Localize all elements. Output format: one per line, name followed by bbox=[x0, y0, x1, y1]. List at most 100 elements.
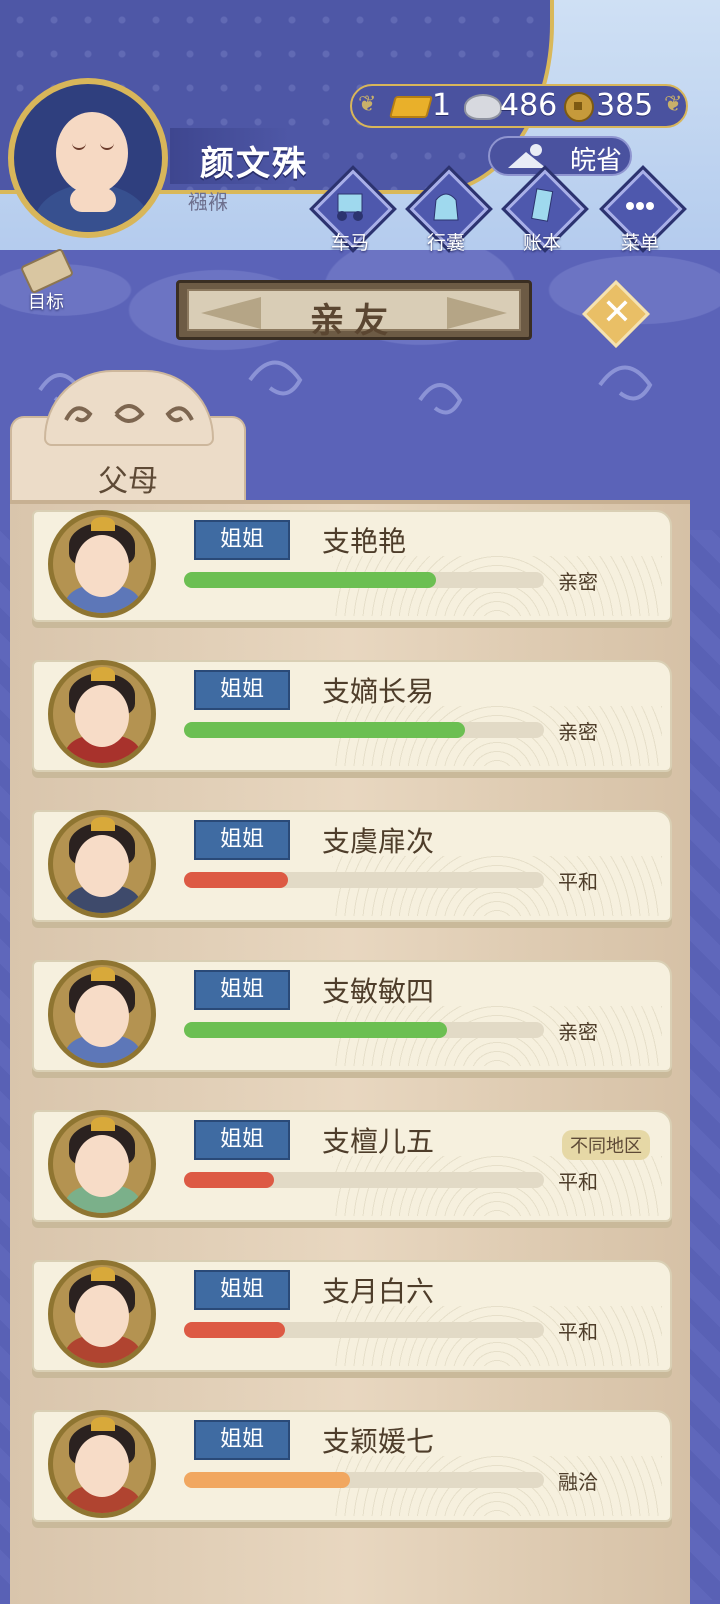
relative-card[interactable]: 姐姐 支艳艳亲密 bbox=[32, 510, 672, 634]
menu-label: 车马 bbox=[330, 232, 369, 254]
relative-name: 支嫡长易 bbox=[322, 675, 435, 708]
relation-badge: 姐姐 bbox=[194, 1120, 290, 1160]
relationship-status: 平和 bbox=[558, 1170, 598, 1194]
hair-ornament-icon bbox=[91, 817, 115, 831]
menu-label: 菜单 bbox=[620, 232, 659, 254]
affinity-fill bbox=[184, 1472, 350, 1488]
gold-ingot-icon bbox=[389, 96, 433, 118]
affinity-bar bbox=[184, 1172, 544, 1188]
portrait-face bbox=[75, 535, 129, 597]
relative-name: 支敏敏四 bbox=[322, 975, 435, 1008]
player-life-stage: 襁褓 bbox=[188, 190, 228, 214]
title-inner: 亲友 bbox=[187, 289, 521, 341]
affinity-fill bbox=[184, 1022, 447, 1038]
relationship-status: 平和 bbox=[558, 870, 598, 894]
ledger-icon bbox=[531, 188, 554, 222]
relative-name: 支檀儿五 bbox=[322, 1125, 435, 1158]
relationship-status: 平和 bbox=[558, 1320, 598, 1344]
relative-name: 支艳艳 bbox=[322, 525, 407, 558]
tab-label: 父母 bbox=[98, 464, 158, 499]
hair-ornament-icon bbox=[91, 1267, 115, 1281]
affinity-bar bbox=[184, 572, 544, 588]
relation-badge: 姐姐 bbox=[194, 520, 290, 560]
player-avatar[interactable] bbox=[8, 78, 168, 238]
affinity-fill bbox=[184, 1322, 285, 1338]
avatar-hands bbox=[70, 188, 116, 212]
portrait-avatar bbox=[48, 510, 156, 618]
relative-card[interactable]: 姐姐 支虞扉次平和 bbox=[32, 810, 672, 934]
page-title: 亲友 bbox=[310, 301, 398, 341]
goal-button[interactable]: 目标 bbox=[16, 247, 80, 314]
location-button[interactable]: 皖省 bbox=[488, 136, 632, 176]
hair-ornament-icon bbox=[91, 1117, 115, 1131]
relationship-status: 融洽 bbox=[558, 1470, 598, 1494]
silver-ingot-icon bbox=[464, 94, 502, 120]
menu-label: 账本 bbox=[522, 232, 561, 254]
relative-card[interactable]: 姐姐 支敏敏四亲密 bbox=[32, 960, 672, 1084]
affinity-fill bbox=[184, 872, 289, 888]
relative-card[interactable]: 姐姐 支颖媛七融洽 bbox=[32, 1410, 672, 1534]
portrait-face bbox=[75, 1285, 129, 1347]
avatar-head bbox=[56, 112, 128, 194]
menu-bag-button[interactable]: 行囊 bbox=[404, 165, 493, 260]
affinity-fill bbox=[184, 1172, 274, 1188]
affinity-fill bbox=[184, 722, 465, 738]
relative-card[interactable]: 姐姐 支嫡长易亲密 bbox=[32, 660, 672, 784]
portrait-face bbox=[75, 985, 129, 1047]
relative-name: 支颖媛七 bbox=[322, 1425, 435, 1458]
hair-ornament-icon bbox=[91, 517, 115, 531]
menu-label: 行囊 bbox=[426, 232, 465, 254]
affinity-bar bbox=[184, 1022, 544, 1038]
silver-count: 486 bbox=[500, 88, 558, 123]
portrait-face bbox=[75, 1135, 129, 1197]
currency-bar: ❦ 1 486 385 ❦ bbox=[350, 84, 688, 128]
relation-badge: 姐姐 bbox=[194, 820, 290, 860]
relative-card[interactable]: 姐姐 支月白六平和 bbox=[32, 1260, 672, 1384]
bag-icon bbox=[433, 193, 459, 221]
portrait-avatar bbox=[48, 1410, 156, 1518]
portrait-avatar bbox=[48, 810, 156, 918]
goal-label: 目标 bbox=[28, 292, 64, 313]
portrait-avatar bbox=[48, 660, 156, 768]
hair-ornament-icon bbox=[91, 667, 115, 681]
relation-badge: 姐姐 bbox=[194, 970, 290, 1010]
relation-badge: 姐姐 bbox=[194, 1420, 290, 1460]
region-tag: 不同地区 bbox=[562, 1130, 650, 1160]
affinity-bar bbox=[184, 872, 544, 888]
portrait-face bbox=[75, 685, 129, 747]
bamboo-leaf-icon: ❦ bbox=[358, 92, 377, 117]
hair-ornament-icon bbox=[91, 967, 115, 981]
menu-carriage-button[interactable]: 车马 bbox=[308, 165, 397, 260]
menu-ledger-button[interactable]: 账本 bbox=[500, 165, 589, 260]
affinity-bar bbox=[184, 722, 544, 738]
affinity-bar bbox=[184, 1322, 544, 1338]
player-name: 颜文殊 bbox=[200, 144, 308, 184]
portrait-avatar bbox=[48, 1110, 156, 1218]
carriage-icon bbox=[337, 193, 363, 221]
gold-count: 1 bbox=[432, 88, 452, 123]
portrait-face bbox=[75, 835, 129, 897]
more-icon bbox=[626, 202, 654, 210]
relationship-status: 亲密 bbox=[558, 1020, 598, 1044]
menu-more-button[interactable]: 菜单 bbox=[598, 165, 687, 260]
portrait-avatar bbox=[48, 960, 156, 1068]
portrait-face bbox=[75, 1435, 129, 1497]
affinity-fill bbox=[184, 572, 436, 588]
relative-name: 支月白六 bbox=[322, 1275, 435, 1308]
relative-name: 支虞扉次 bbox=[322, 825, 435, 858]
hair-ornament-icon bbox=[91, 1417, 115, 1431]
cloud-ornament-icon bbox=[64, 404, 194, 423]
relationship-status: 亲密 bbox=[558, 570, 598, 594]
location-name: 皖省 bbox=[570, 146, 623, 176]
copper-coin-icon bbox=[564, 92, 594, 122]
portrait-avatar bbox=[48, 1260, 156, 1368]
relation-badge: 姐姐 bbox=[194, 1270, 290, 1310]
affinity-bar bbox=[184, 1472, 544, 1488]
relation-badge: 姐姐 bbox=[194, 670, 290, 710]
relationship-status: 亲密 bbox=[558, 720, 598, 744]
coin-count: 385 bbox=[596, 88, 654, 123]
close-icon: ✕ bbox=[601, 292, 633, 333]
title-bar: 亲友 bbox=[176, 280, 532, 341]
tab-parents[interactable]: 父母 bbox=[10, 370, 246, 510]
relative-card[interactable]: 姐姐 支檀儿五平和 不同地区 bbox=[32, 1110, 672, 1234]
